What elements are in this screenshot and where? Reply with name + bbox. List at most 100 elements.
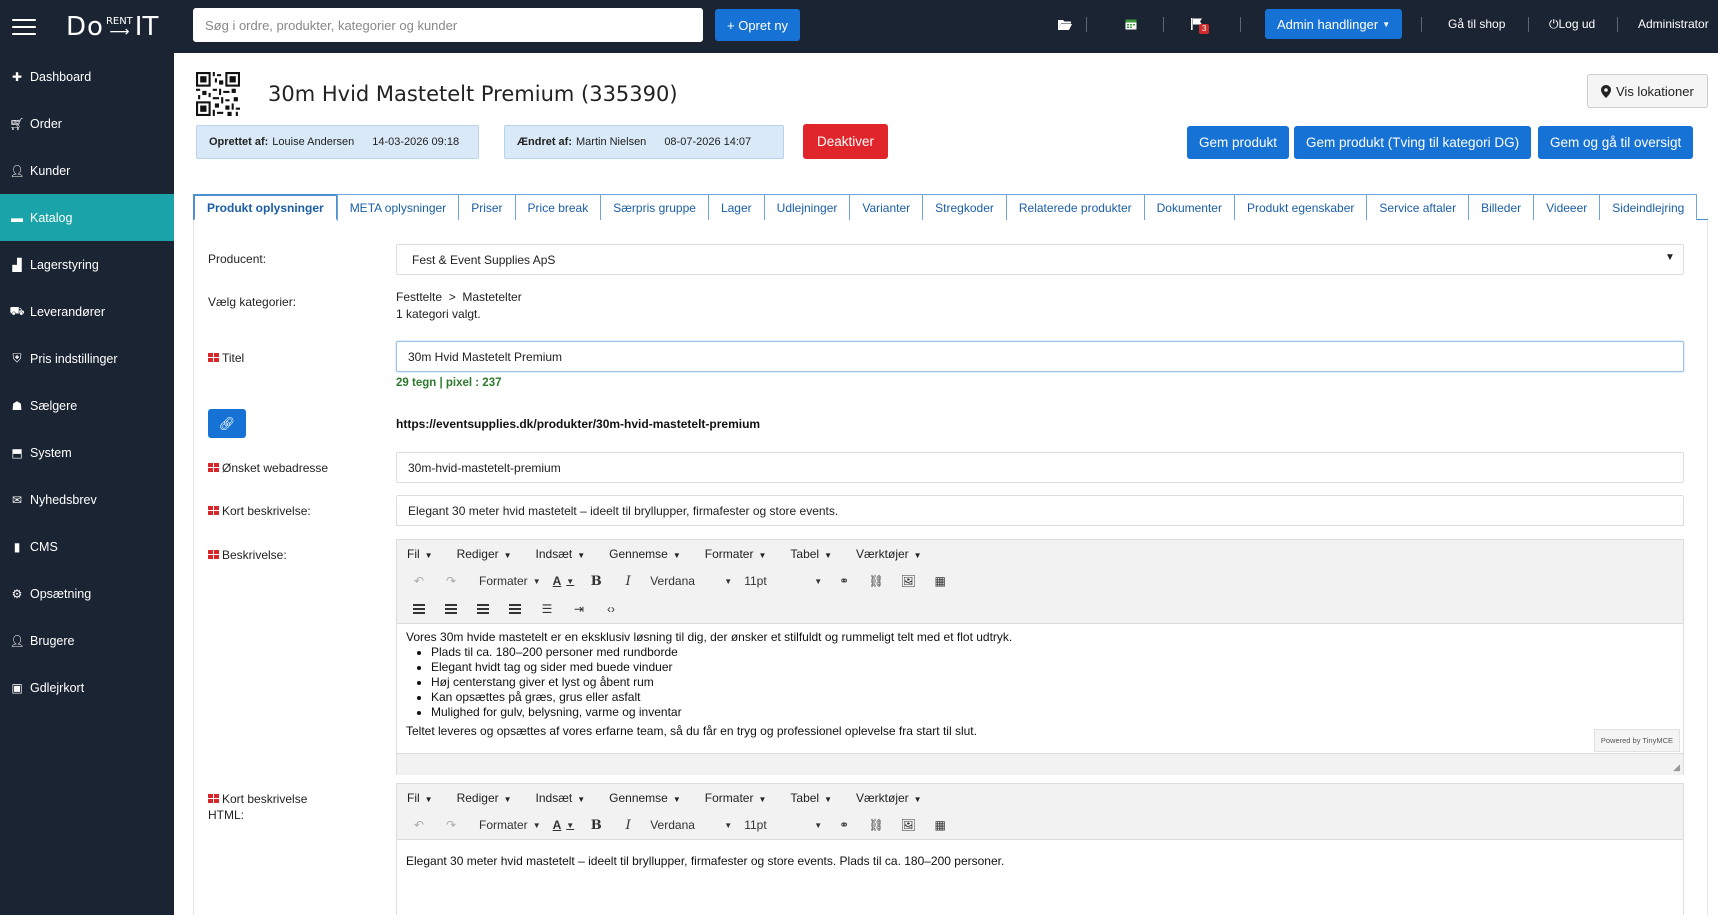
- tab-produkt-oplysninger[interactable]: Produkt oplysninger: [193, 194, 338, 221]
- sidebar-item-lagerstyring[interactable]: ▟ Lagerstyring: [0, 241, 174, 288]
- editor-menu-indsæt[interactable]: Indsæt ▼: [536, 547, 586, 561]
- flag-icon[interactable]: 3: [1187, 14, 1210, 34]
- tab-varianter[interactable]: Varianter: [849, 194, 924, 220]
- tab-videeer[interactable]: Videeer: [1533, 194, 1601, 220]
- editor-menu-fil[interactable]: Fil ▼: [407, 547, 433, 561]
- source-code-icon[interactable]: ‹›: [601, 598, 621, 620]
- editor-menu-tabel[interactable]: Tabel ▼: [790, 547, 832, 561]
- logo[interactable]: Do RENT ⟶ IT: [66, 12, 158, 42]
- indent-icon[interactable]: ⇥: [569, 598, 589, 620]
- producer-select[interactable]: Fest & Event Supplies ApS: [396, 244, 1684, 275]
- tab-dokumenter[interactable]: Dokumenter: [1143, 194, 1235, 220]
- editor-menu-fil[interactable]: Fil ▼: [407, 791, 433, 805]
- format-dropdown[interactable]: Formater ▼: [479, 814, 541, 836]
- italic-icon[interactable]: I: [618, 570, 638, 592]
- resize-handle-icon[interactable]: ◢: [1673, 762, 1680, 773]
- powered-by-tinymce[interactable]: Powered by TinyMCE: [1593, 729, 1680, 752]
- menu-icon[interactable]: [12, 18, 36, 35]
- sidebar-item-cms[interactable]: ▮ CMS: [0, 523, 174, 570]
- media-icon[interactable]: ▦: [930, 570, 950, 592]
- undo-icon[interactable]: ↶: [409, 814, 429, 836]
- editor-menu-gennemse[interactable]: Gennemse ▼: [609, 791, 681, 805]
- sidebar-item-order[interactable]: 🛒︎ Order: [0, 100, 174, 147]
- redo-icon[interactable]: ↷: [441, 570, 461, 592]
- editor-menu-rediger[interactable]: Rediger ▼: [457, 547, 512, 561]
- sidebar-item-system[interactable]: ⬒ System: [0, 429, 174, 476]
- folder-open-icon[interactable]: [1055, 14, 1075, 34]
- bullet-list-icon[interactable]: ☰: [537, 598, 557, 620]
- image-icon[interactable]: 🖼︎: [898, 570, 918, 592]
- tab-lager[interactable]: Lager: [707, 194, 765, 220]
- font-size-select[interactable]: 11pt ▼: [744, 814, 822, 836]
- text-color-icon[interactable]: A ▼: [553, 814, 575, 836]
- webaddress-input[interactable]: [396, 452, 1684, 483]
- text-color-icon[interactable]: A ▼: [553, 570, 575, 592]
- product-url[interactable]: https://eventsupplies.dk/produkter/30m-h…: [396, 417, 760, 431]
- sidebar-item-leverandører[interactable]: ⛟ Leverandører: [0, 288, 174, 335]
- editor-menu-tabel[interactable]: Tabel ▼: [790, 791, 832, 805]
- show-locations-button[interactable]: Vis lokationer: [1587, 74, 1708, 108]
- tab-sideindlejring[interactable]: Sideindlejring: [1599, 194, 1698, 220]
- tab-meta-oplysninger[interactable]: META oplysninger: [336, 194, 460, 220]
- sidebar-item-opsætning[interactable]: ⚙ Opsætning: [0, 570, 174, 617]
- short-html-editor-body[interactable]: Elegant 30 meter hvid mastetelt – ideelt…: [397, 839, 1683, 915]
- category-path[interactable]: Festtelte > Mastetelter: [396, 290, 522, 304]
- align-right-icon[interactable]: [473, 598, 493, 620]
- align-left-icon[interactable]: [409, 598, 429, 620]
- italic-icon[interactable]: I: [618, 814, 638, 836]
- user-menu[interactable]: Administrator: [1638, 17, 1709, 31]
- bold-icon[interactable]: B: [586, 570, 606, 592]
- editor-menu-værktøjer[interactable]: Værktøjer ▼: [856, 791, 922, 805]
- sidebar-item-brugere[interactable]: 👤︎ Brugere: [0, 617, 174, 664]
- editor-menu-formater[interactable]: Formater ▼: [705, 547, 767, 561]
- unlink-icon[interactable]: ⛓: [866, 570, 886, 592]
- image-icon[interactable]: 🖼︎: [898, 814, 918, 836]
- editor-menu-indsæt[interactable]: Indsæt ▼: [536, 791, 586, 805]
- font-size-select[interactable]: 11pt ▼: [744, 570, 822, 592]
- tab-stregkoder[interactable]: Stregkoder: [922, 194, 1007, 220]
- logout-link[interactable]: ⏻Log ud: [1549, 17, 1595, 32]
- format-dropdown[interactable]: Formater ▼: [479, 570, 541, 592]
- go-to-shop-link[interactable]: Gå til shop: [1448, 17, 1505, 31]
- sidebar-item-pris-indstillinger[interactable]: ⛨ Pris indstillinger: [0, 335, 174, 382]
- undo-icon[interactable]: ↶: [409, 570, 429, 592]
- create-new-button[interactable]: + Opret ny: [715, 9, 801, 41]
- admin-actions-button[interactable]: Admin handlinger ▼: [1265, 9, 1403, 39]
- sidebar-item-sælgere[interactable]: ☗ Sælgere: [0, 382, 174, 429]
- align-justify-icon[interactable]: [505, 598, 525, 620]
- link-button[interactable]: 🔗︎: [208, 409, 246, 438]
- title-input[interactable]: [396, 341, 1684, 372]
- tab-relaterede-produkter[interactable]: Relaterede produkter: [1005, 194, 1145, 220]
- description-editor-body[interactable]: Vores 30m hvide mastetelt er en eksklusi…: [397, 623, 1683, 753]
- editor-menu-værktøjer[interactable]: Værktøjer ▼: [856, 547, 922, 561]
- search-input[interactable]: [193, 8, 703, 42]
- align-center-icon[interactable]: [441, 598, 461, 620]
- tab-priser[interactable]: Priser: [458, 194, 516, 220]
- editor-menu-formater[interactable]: Formater ▼: [705, 791, 767, 805]
- sidebar-item-nyhedsbrev[interactable]: ✉ Nyhedsbrev: [0, 476, 174, 523]
- sidebar-item-katalog[interactable]: ▬ Katalog: [0, 194, 174, 241]
- sidebar-item-kunder[interactable]: 👤︎ Kunder: [0, 147, 174, 194]
- link-icon[interactable]: ⚭: [834, 570, 854, 592]
- link-icon[interactable]: ⚭: [834, 814, 854, 836]
- save-force-category-button[interactable]: Gem produkt (Tving til kategori DG): [1294, 126, 1532, 159]
- editor-menu-rediger[interactable]: Rediger ▼: [457, 791, 512, 805]
- sidebar-item-gdlejrkort[interactable]: ▣ Gdlejrkort: [0, 664, 174, 711]
- tab-udlejninger[interactable]: Udlejninger: [763, 194, 851, 220]
- unlink-icon[interactable]: ⛓: [866, 814, 886, 836]
- tab-service-aftaler[interactable]: Service aftaler: [1366, 194, 1470, 220]
- tab-price-break[interactable]: Price break: [514, 194, 602, 220]
- deactivate-button[interactable]: Deaktiver: [803, 124, 889, 159]
- save-and-overview-button[interactable]: Gem og gå til oversigt: [1538, 126, 1694, 159]
- save-product-button[interactable]: Gem produkt: [1187, 126, 1290, 159]
- short-desc-input[interactable]: [396, 495, 1684, 526]
- calendar-icon[interactable]: [1121, 14, 1141, 34]
- media-icon[interactable]: ▦: [930, 814, 950, 836]
- sidebar-item-dashboard[interactable]: ✚ Dashboard: [0, 53, 174, 100]
- font-family-select[interactable]: Verdana ▼: [650, 570, 732, 592]
- font-family-select[interactable]: Verdana ▼: [650, 814, 732, 836]
- tab-særpris-gruppe[interactable]: Særpris gruppe: [600, 194, 709, 220]
- redo-icon[interactable]: ↷: [441, 814, 461, 836]
- bold-icon[interactable]: B: [586, 814, 606, 836]
- tab-billeder[interactable]: Billeder: [1468, 194, 1535, 220]
